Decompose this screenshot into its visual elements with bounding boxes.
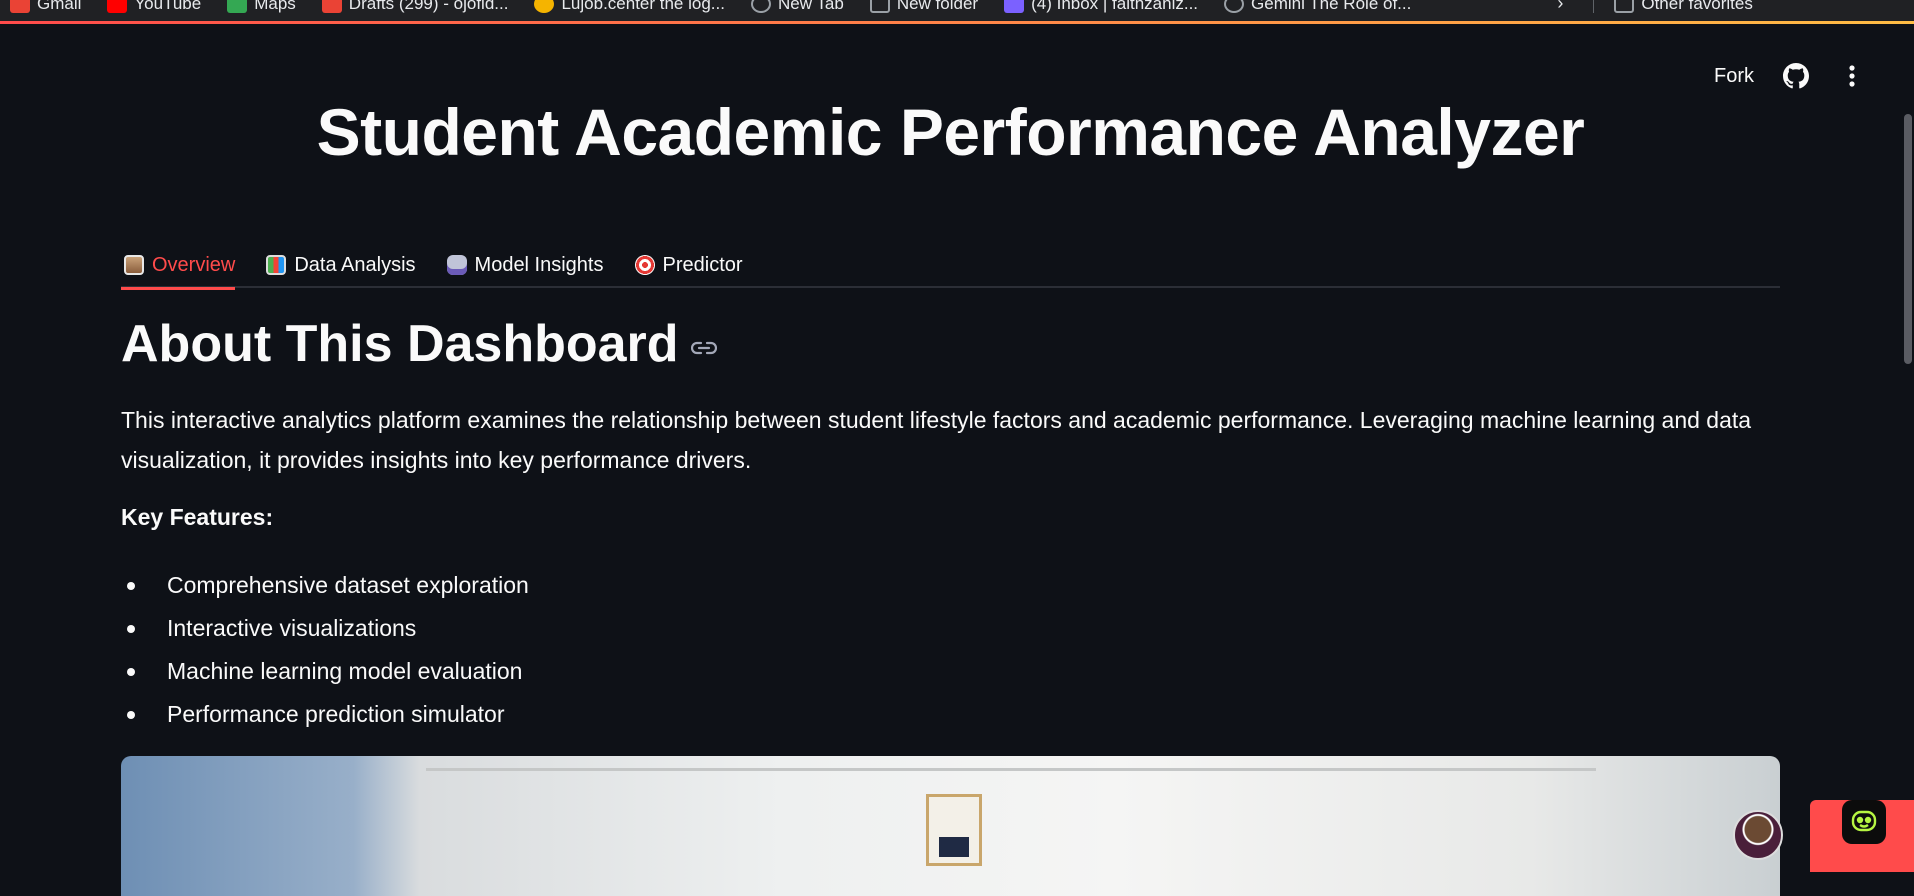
- target-icon: [634, 255, 655, 275]
- chat-assistant-button[interactable]: [1810, 800, 1914, 872]
- site-icon: [534, 0, 555, 13]
- bullet: [127, 581, 135, 590]
- bookmark-label: Other favorites: [1641, 0, 1753, 13]
- feature-text: Interactive visualizations: [167, 615, 417, 641]
- bookmark-inbox[interactable]: (4) Inbox | faithzaniz...: [1004, 0, 1198, 14]
- section-title-text: About This Dashboard: [121, 315, 679, 373]
- list-item: Machine learning model evaluation: [121, 650, 529, 693]
- folder-icon: [1614, 0, 1635, 13]
- bookmark-new-tab[interactable]: New Tab: [750, 0, 844, 14]
- tab-label: Predictor: [662, 253, 743, 276]
- bookmark-youtube[interactable]: YouTube: [107, 0, 201, 14]
- key-features-label: Key Features:: [121, 504, 274, 530]
- bookmark-lujob[interactable]: Lujob.center the log...: [534, 0, 725, 14]
- divider: [1593, 0, 1595, 13]
- youtube-icon: [107, 0, 128, 13]
- feature-text: Performance prediction simulator: [167, 701, 505, 727]
- portrait-figure: [939, 837, 969, 857]
- gmail-icon: [10, 0, 30, 13]
- features-list: Comprehensive dataset exploration Intera…: [121, 564, 529, 736]
- list-item: Performance prediction simulator: [121, 693, 529, 736]
- bookmark-label: Gmail: [37, 0, 82, 13]
- bullet: [127, 710, 135, 719]
- tab-bar: Overview Data Analysis Model Insights Pr…: [121, 216, 1780, 290]
- link-icon[interactable]: [690, 341, 717, 355]
- bullet: [127, 624, 135, 633]
- bookmark-maps[interactable]: Maps: [227, 0, 296, 14]
- dashboard-description: This interactive analytics platform exam…: [121, 407, 1752, 473]
- tab-label: Data Analysis: [294, 253, 416, 276]
- bookmark-new-folder[interactable]: New folder: [869, 0, 979, 14]
- bookmark-label: YouTube: [134, 0, 202, 13]
- clipboard-icon: [124, 255, 144, 275]
- bookmark-label: Drafts (299) - ojofid...: [348, 0, 509, 13]
- scrollbar[interactable]: [1904, 114, 1912, 364]
- app-container: Fork Student Academic Performance Analyz…: [0, 24, 1914, 896]
- gmail-icon: [321, 0, 342, 13]
- list-item: Comprehensive dataset exploration: [121, 564, 529, 607]
- tab-label: Model Insights: [474, 253, 604, 276]
- hero-image: [121, 756, 1780, 896]
- bookmark-label: Maps: [254, 0, 296, 13]
- bookmark-gemini[interactable]: Gemini The Role of...: [1224, 0, 1411, 14]
- folder-icon: [869, 0, 890, 13]
- tab-data-analysis[interactable]: Data Analysis: [263, 216, 416, 288]
- section-heading: About This Dashboard: [121, 314, 717, 374]
- fork-button[interactable]: Fork: [1714, 65, 1754, 88]
- bookmark-label: New Tab: [777, 0, 844, 13]
- globe-icon: [750, 0, 771, 13]
- bookmark-drafts[interactable]: Drafts (299) - ojofid...: [321, 0, 509, 14]
- list-item: Interactive visualizations: [121, 607, 529, 650]
- chevron-right-icon[interactable]: ›: [1557, 0, 1563, 14]
- feature-text: Machine learning model evaluation: [167, 658, 523, 684]
- framed-portrait: [926, 794, 982, 866]
- tab-model-insights[interactable]: Model Insights: [444, 216, 604, 288]
- bar-chart-icon: [266, 255, 287, 275]
- bookmark-label: New folder: [896, 0, 979, 13]
- maps-icon: [227, 0, 248, 13]
- avatar[interactable]: [1733, 810, 1783, 860]
- tab-predictor[interactable]: Predictor: [632, 216, 743, 288]
- feature-text: Comprehensive dataset exploration: [167, 572, 529, 598]
- page-title: Student Academic Performance Analyzer: [316, 95, 1585, 169]
- wall-ledge: [426, 768, 1596, 771]
- app-toolbar: Fork: [1714, 62, 1866, 90]
- bookmark-other-favorites[interactable]: Other favorites: [1614, 0, 1753, 14]
- bookmarks-bar: Gmail YouTube Maps Drafts (299) - ojofid…: [0, 0, 1914, 24]
- bookmark-gmail[interactable]: Gmail: [10, 0, 81, 14]
- bookmark-label: (4) Inbox | faithzaniz...: [1031, 0, 1199, 13]
- tab-label: Overview: [152, 253, 236, 276]
- bookmark-label: Lujob.center the log...: [561, 0, 725, 13]
- bookmark-label: Gemini The Role of...: [1251, 0, 1412, 13]
- globe-icon: [1224, 0, 1245, 13]
- inbox-icon: [1004, 0, 1025, 13]
- robot-icon: [446, 255, 467, 275]
- chatbot-icon: [1842, 800, 1886, 844]
- github-icon[interactable]: [1782, 62, 1810, 90]
- tab-overview[interactable]: Overview: [121, 216, 236, 290]
- bullet: [127, 667, 135, 676]
- more-options-icon[interactable]: [1838, 62, 1866, 90]
